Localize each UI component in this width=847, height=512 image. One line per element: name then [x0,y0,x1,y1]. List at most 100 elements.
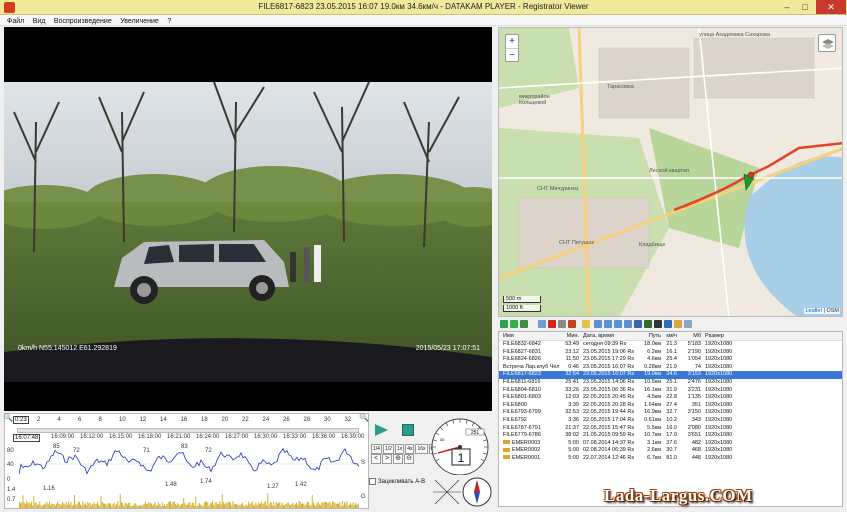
file-row[interactable]: FILE6801-6803 12:03 22.05.2015 20:45 Rs 4.5… [499,394,842,402]
globe-icon[interactable] [634,320,642,328]
menu-zoom[interactable]: Увеличение [117,16,162,27]
settings-icon[interactable] [664,320,672,328]
file-list[interactable]: Имя Мин. Дата, время Путь км/ч Мб Размер… [498,331,843,507]
speed-unit-label: S [361,460,366,466]
menu-help[interactable]: ? [164,16,174,27]
map-export-icon[interactable] [644,320,652,328]
file-min-cell: 11:50 [565,356,579,363]
column-size[interactable]: Размер [705,332,745,341]
column-path[interactable]: Путь [639,332,661,341]
menu-file[interactable]: Файл [4,16,27,27]
minimize-button[interactable]: – [778,0,796,14]
zoom-in-icon[interactable]: 🔍 [359,413,369,422]
emergency-file-icon [503,447,510,452]
folder-icon[interactable] [674,320,682,328]
file-min-cell: 25:41 [565,378,579,385]
file-row[interactable]: FILE6832-6842 53:49 сегодня 09:39 Rs 18.0км… [499,341,842,349]
menu-playback[interactable]: Воспроизведение [51,16,115,27]
remove-file-icon[interactable] [510,320,518,328]
maximize-button[interactable]: □ [796,0,814,14]
map-view[interactable]: + − улица Академика Сахарова микрорайон … [498,27,843,317]
clock-ruler[interactable]: 16:07:48 16:09:00 16:12:00 16:15:00 16:18:0… [13,434,364,443]
file-path-cell: 1.64км [644,401,661,408]
video-zoom-in-button[interactable]: ⊕ [393,454,403,464]
speed-line-chart [18,447,360,475]
map-zoom-out-button[interactable]: − [506,49,518,63]
copy-icon[interactable] [538,320,546,328]
frame-navigation: < > ⊕ ⊖ [371,452,415,464]
file-row[interactable]: Встреча Лар.клуб Челябинск 0:46 23.05.2015… [499,364,842,372]
film-icon[interactable] [654,320,662,328]
video-player[interactable]: 0km/h N55.145012 E61.292819 2015/05/23 1… [4,27,492,411]
file-row[interactable]: FILE6792 3:36 22.05.2015 17:04 Rs 0.61км 10.… [499,417,842,425]
map-layers-icon[interactable] [818,34,836,52]
column-date[interactable]: Дата, время [583,332,639,341]
file-row[interactable]: FILE6827-6831 23:12 23.05.2015 19:06 Rs 6.2… [499,349,842,357]
timeline-scrollbar[interactable] [17,428,359,433]
file-row[interactable]: FILE6804-6810 33:26 23.05.2015 06:36 Rs 16.… [499,387,842,395]
loop-ab-option[interactable]: Зацикливать A-B [369,478,425,485]
map-zoom-in-button[interactable]: + [506,35,518,49]
file-kmh-cell: 17.0 [666,432,677,439]
clock-tick-label: 16:18:00 [138,434,162,440]
speed-axis-0: 0 [7,477,11,483]
clock-tick-label: 16:21:00 [167,434,191,440]
speed-graph[interactable] [18,444,360,484]
file-row[interactable]: FILE6811-6816 25:41 23.05.2015 14:06 Rs 10.… [499,379,842,387]
file-path-cell: 6.2км [647,348,661,355]
g-unit-label: G [361,494,366,500]
column-kmh[interactable]: км/ч [663,332,677,341]
file-row[interactable]: FILE6817-6823 32:54 23.05.2015 16:07 Rs 19.… [499,371,842,379]
video-zoom-out-button[interactable]: ⊖ [404,454,414,464]
file-row[interactable]: FILE6787-6791 21:37 22.05.2015 15:47 Rs 5.5… [499,425,842,433]
leaflet-link[interactable]: Leaflet [805,308,822,314]
loop-ab-checkbox[interactable] [369,478,376,485]
close-button[interactable]: ✕ [816,0,846,14]
file-size-cell: 1920x1080 [705,454,733,461]
minute-ruler[interactable]: 0:23 2 4 6 8 10 12 14 16 18 20 22 24 26 28 30 32 [13,416,363,426]
column-mb[interactable]: Мб [679,332,701,341]
column-name[interactable]: Имя [503,332,559,341]
file-size-cell: 1920x1080 [705,378,733,385]
file-row[interactable]: FILE6793-6799 32:53 22.05.2015 19:44 Rs 16.… [499,409,842,417]
link-icon[interactable] [624,320,632,328]
refresh-icon[interactable] [520,320,528,328]
file-date-cell: 22.05.2015 20:28 Rs [583,401,635,408]
delete-icon[interactable] [548,320,556,328]
file-row[interactable]: EMER0003 5:00 07.08.2014 14:37 Rs 3.1км 37.6… [499,440,842,448]
file-row[interactable]: FILE6800 3:39 22.05.2015 20:28 Rs 1.64км 27.… [499,402,842,410]
cut-icon[interactable] [594,320,602,328]
file-date-cell: 07.08.2014 14:37 Rs [583,439,635,446]
file-row[interactable]: FILE6824-6826 11:50 23.05.2015 17:29 Rs 4.6… [499,356,842,364]
file-row[interactable]: EMER0001 5:00 22.07.2014 12:46 Rs 6.7км 81.0… [499,455,842,463]
video-frame-image [4,82,492,382]
prev-frame-button[interactable]: < [371,454,381,464]
file-size-cell: 1920x1080 [705,356,733,363]
stop-button[interactable] [402,424,414,436]
file-row[interactable]: EMER0002 5:00 02.08.2014 06:39 Rs 2.6км 30.7… [499,447,842,455]
info-icon[interactable] [684,320,692,328]
g-peak-label: 1.74 [200,479,212,485]
menu-view[interactable]: Вид [30,16,49,27]
file-mb-cell: 448 [691,454,701,461]
save-icon[interactable] [558,320,566,328]
file-mb-cell: 2'476 [687,378,701,385]
column-min[interactable]: Мин. [561,332,579,341]
add-file-icon[interactable] [500,320,508,328]
image-icon[interactable] [614,320,622,328]
file-row[interactable]: FILE6779-6786 38:02 21.05.2015 09:59 Rs 10.… [499,432,842,440]
timeline-panel[interactable]: 🔍 0:23 2 4 6 8 10 12 14 16 18 20 22 24 26 28 30 32 🔍 16… [3,413,369,509]
file-name-cell: FILE6787-6791 [503,424,541,431]
next-frame-button[interactable]: > [382,454,392,464]
file-name-cell: FILE6824-6826 [503,356,541,363]
arrow-left-icon[interactable] [582,320,590,328]
play-icon[interactable] [373,423,389,437]
file-kmh-cell: 16.0 [666,424,677,431]
export-icon[interactable] [568,320,576,328]
file-name-cell: EMER0003 [503,440,559,448]
g-force-graph[interactable] [19,488,360,508]
clock-current-position: 16:07:48 [13,434,41,442]
snapshot-icon[interactable] [604,320,612,328]
file-name-cell: FILE6779-6786 [503,432,541,439]
zoom-out-icon[interactable]: 🔍 [3,413,13,422]
